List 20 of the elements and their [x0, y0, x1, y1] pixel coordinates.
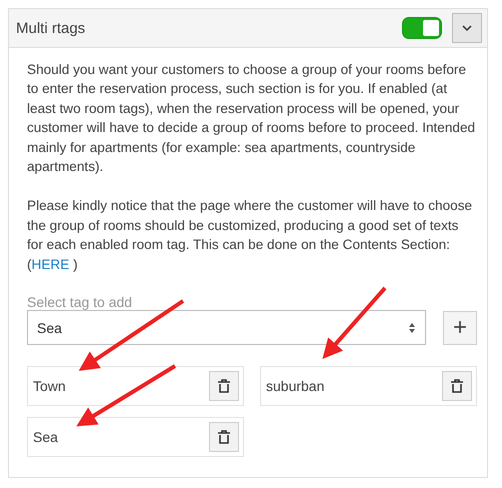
- tag-name: Sea: [33, 429, 58, 446]
- tag-name: Town: [33, 378, 66, 394]
- delete-button[interactable]: [209, 371, 239, 402]
- trash-icon: [449, 378, 465, 394]
- chevron-icon: [461, 24, 473, 32]
- tag-select[interactable]: Sea: [27, 310, 426, 346]
- add-button[interactable]: +: [443, 310, 477, 345]
- trash-icon: [216, 378, 232, 394]
- panel-title: Multi rtags: [16, 20, 86, 36]
- here-link[interactable]: HERE: [32, 256, 70, 272]
- sort-arrows-icon: [408, 322, 416, 334]
- toggle-switch[interactable]: [402, 17, 442, 39]
- delete-button[interactable]: [442, 371, 472, 402]
- description-text: Please kindly notice that the page where the customer will have to choose the group of rooms should be customized, producing a good set of texts for each enabled room tag. This can be done on the Contents Section: (HERE ): [27, 197, 474, 274]
- trash-icon: [216, 429, 232, 446]
- collapse-button[interactable]: [452, 13, 482, 43]
- description-text: Should you want your customers to choose a group of your rooms before to enter the reservation process, such section is for you. If enabled (at least two room tags), when the reservation process will be opened, your customer will have to decide a group of rooms before to proceed. Intended mainly for apartments (for example: sea apartments, countryside apartments).: [27, 61, 476, 176]
- select-label: Select tag to add: [27, 294, 134, 310]
- delete-button[interactable]: [209, 422, 239, 452]
- tag-name: suburban: [266, 378, 324, 394]
